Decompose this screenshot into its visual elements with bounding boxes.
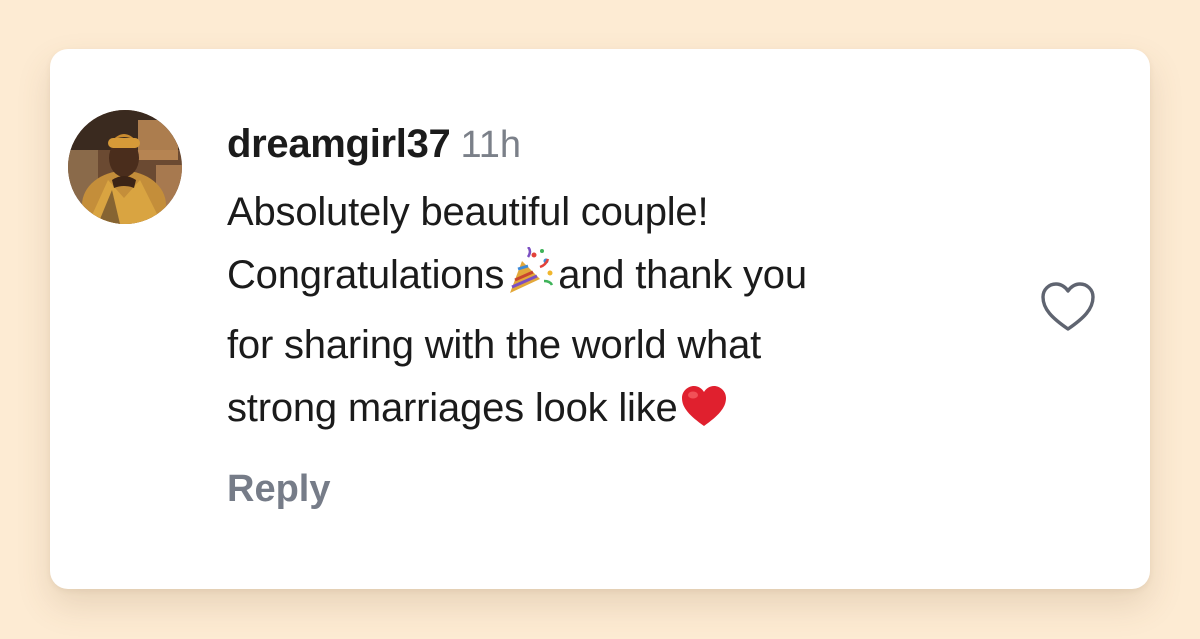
timestamp: 11h	[460, 124, 522, 166]
comment-line: Absolutely beautiful couple!	[227, 190, 709, 234]
comment-header: dreamgirl37 11h	[227, 122, 521, 175]
comment-line: Congratulations and thank you	[227, 244, 1057, 314]
like-button[interactable]	[1038, 279, 1098, 335]
comment-card: dreamgirl37 11h Absolutely beautiful coup…	[50, 49, 1150, 589]
party-popper-icon	[506, 246, 554, 314]
comment-text-segment: and thank you	[558, 253, 807, 297]
red-heart-icon	[680, 384, 728, 447]
avatar[interactable]	[68, 110, 182, 224]
user-avatar-photo	[68, 110, 182, 224]
heart-outline-icon	[1041, 282, 1095, 331]
comment-line: for sharing with the world what	[227, 323, 762, 367]
comment-line: strong marriages look like	[227, 377, 1057, 447]
comment-text-segment: strong marriages look like	[227, 386, 678, 430]
comment-text-segment: Congratulations	[227, 253, 505, 297]
reply-button[interactable]: Reply	[227, 468, 330, 511]
comment-text: Absolutely beautiful couple! Congratulat…	[227, 181, 1057, 447]
username[interactable]: dreamgirl37	[227, 122, 451, 166]
